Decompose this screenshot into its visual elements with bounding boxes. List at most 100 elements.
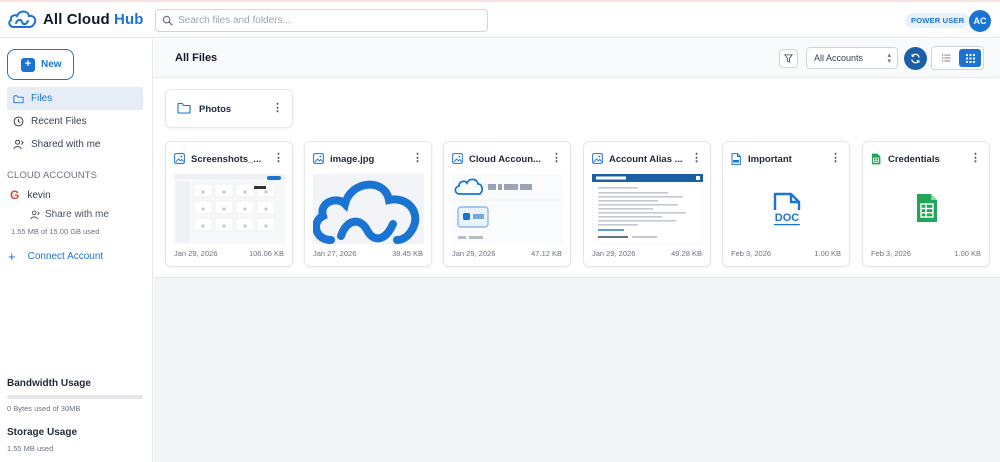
file-size: 1.00 KB [814,249,841,258]
file-date: Jan 29, 2026 [592,249,636,258]
app-logo[interactable]: All Cloud Hub [6,8,143,30]
file-size: 38.45 KB [392,249,423,258]
refresh-icon [911,53,920,64]
more-options-icon[interactable]: ⋮ [273,153,284,164]
main-content: All Files All Accounts ▴ ▾ Photos ⋮ Scre… [154,39,1000,462]
connect-account-label: Connect Account [27,251,104,262]
file-date: Jan 29, 2026 [452,249,496,258]
more-options-icon[interactable]: ⋮ [551,153,562,164]
cloud-accounts-heading: CLOUD ACCOUNTS [7,170,98,181]
storage-usage-text: 1.55 MB used [7,444,54,453]
sheet-thumbnail [871,174,982,244]
share-with-me-label: Share with me [45,209,109,220]
view-toggle [931,46,984,70]
sidebar-item-shared-with-me[interactable]: Shared with me [7,133,143,156]
plus-icon: + [21,57,35,72]
more-options-icon[interactable]: ⋮ [970,153,981,164]
refresh-button[interactable] [904,47,927,70]
file-card[interactable]: Cloud Accoun... ⋮ Jan 29, 2026 47.12 KB [443,141,571,267]
file-size: 49.28 KB [671,249,702,258]
top-header: All Cloud Hub POWER USER AC [0,2,1000,38]
more-options-icon[interactable]: ⋮ [691,153,702,164]
file-date: Jan 27, 2026 [313,249,357,258]
storage-usage-title: Storage Usage [7,427,78,438]
file-date: Feb 3, 2026 [731,249,772,258]
file-name: Credentials [888,154,940,165]
list-icon [942,54,951,62]
sidebar-item-recent-files[interactable]: Recent Files [7,110,143,133]
account-filter-value: All Accounts [814,53,864,63]
file-card[interactable]: Screenshots_... ⋮ Jan 29, 2026 106.06 KB [165,141,293,267]
file-name: Cloud Accoun... [469,154,541,165]
connect-account-button[interactable]: + Connect Account [8,250,103,263]
image-icon [313,153,324,164]
file-size: 106.06 KB [248,249,284,258]
user-avatar[interactable]: AC [969,10,991,32]
file-card[interactable]: Credentials ⋮ Feb 3, 2026 1.00 KB [862,141,990,267]
file-name: Account Alias ... [609,154,683,165]
bandwidth-usage-title: Bandwidth Usage [7,378,91,389]
page-title: All Files [175,52,218,64]
user-share-icon [30,210,40,219]
file-name: image.jpg [330,154,375,165]
image-icon [592,153,603,164]
file-size: 47.12 KB [531,249,562,258]
search-box[interactable] [155,9,488,32]
sidebar: + New Files Recent Files Shared with me … [0,39,153,462]
grid-icon [965,53,975,63]
file-card[interactable]: Account Alias ... ⋮ Jan 29, 2026 49.28 K… [583,141,711,267]
select-caret-icon: ▴ ▾ [887,52,891,65]
account-kevin[interactable]: G kevin [10,188,51,202]
image-icon [174,153,185,164]
sidebar-item-files[interactable]: Files [7,87,143,110]
grid-view-button[interactable] [959,49,981,67]
bandwidth-usage-bar [7,395,143,399]
folder-card-photos[interactable]: Photos ⋮ [165,89,293,128]
screenshot-thumbnail [174,174,285,244]
filter-icon [784,54,793,63]
filter-button[interactable] [779,49,798,68]
file-date: Feb 3, 2026 [871,249,912,258]
bandwidth-usage-text: 0 Bytes used of 30MB [7,404,81,413]
list-view-button[interactable] [936,50,957,66]
google-icon: G [10,188,20,202]
file-name: Screenshots_... [191,154,262,165]
folder-icon [13,94,24,103]
sidebar-item-label: Shared with me [31,139,101,150]
toolbar: All Files All Accounts ▴ ▾ [154,39,1000,78]
file-size: 1.00 KB [954,249,981,258]
sidebar-item-label: Files [31,93,53,104]
svg-text:DOC: DOC [775,212,800,224]
account-storage-used: 1.55 MB of 15.00 GB used [11,227,100,236]
sheet-icon [872,153,881,165]
folder-icon [177,102,191,114]
app-ui-thumbnail [452,174,563,244]
plus-icon: + [8,249,16,264]
account-share-with-me[interactable]: Share with me [30,209,109,220]
more-options-icon[interactable]: ⋮ [412,153,423,164]
more-options-icon[interactable]: ⋮ [272,103,283,114]
files-panel: All Files All Accounts ▴ ▾ Photos ⋮ Scre… [154,39,1000,278]
account-name-label: kevin [27,189,51,201]
file-card[interactable]: image.jpg ⋮ Jan 27, 2026 38.45 KB [304,141,432,267]
cloud-logo-icon [8,10,37,28]
file-card[interactable]: Important ⋮ DOC Feb 3, 2026 1.00 KB [722,141,850,267]
new-button[interactable]: + New [7,49,74,80]
app-name: All Cloud Hub [43,10,144,28]
search-input[interactable] [178,15,478,26]
search-icon [162,15,173,26]
power-user-badge: POWER USER [905,13,971,28]
clock-icon [13,116,24,127]
file-name: Important [748,154,792,165]
sidebar-item-label: Recent Files [31,116,87,127]
folder-name: Photos [199,104,232,115]
account-filter-select[interactable]: All Accounts ▴ ▾ [806,47,898,69]
more-options-icon[interactable]: ⋮ [830,153,841,164]
doc-thumbnail: DOC [731,174,842,244]
user-share-icon [13,139,24,150]
dialog-thumbnail [592,174,703,244]
image-icon [452,153,463,164]
new-button-label: New [41,59,62,70]
cloud-logo-thumbnail [313,174,424,244]
doc-icon [731,153,741,165]
